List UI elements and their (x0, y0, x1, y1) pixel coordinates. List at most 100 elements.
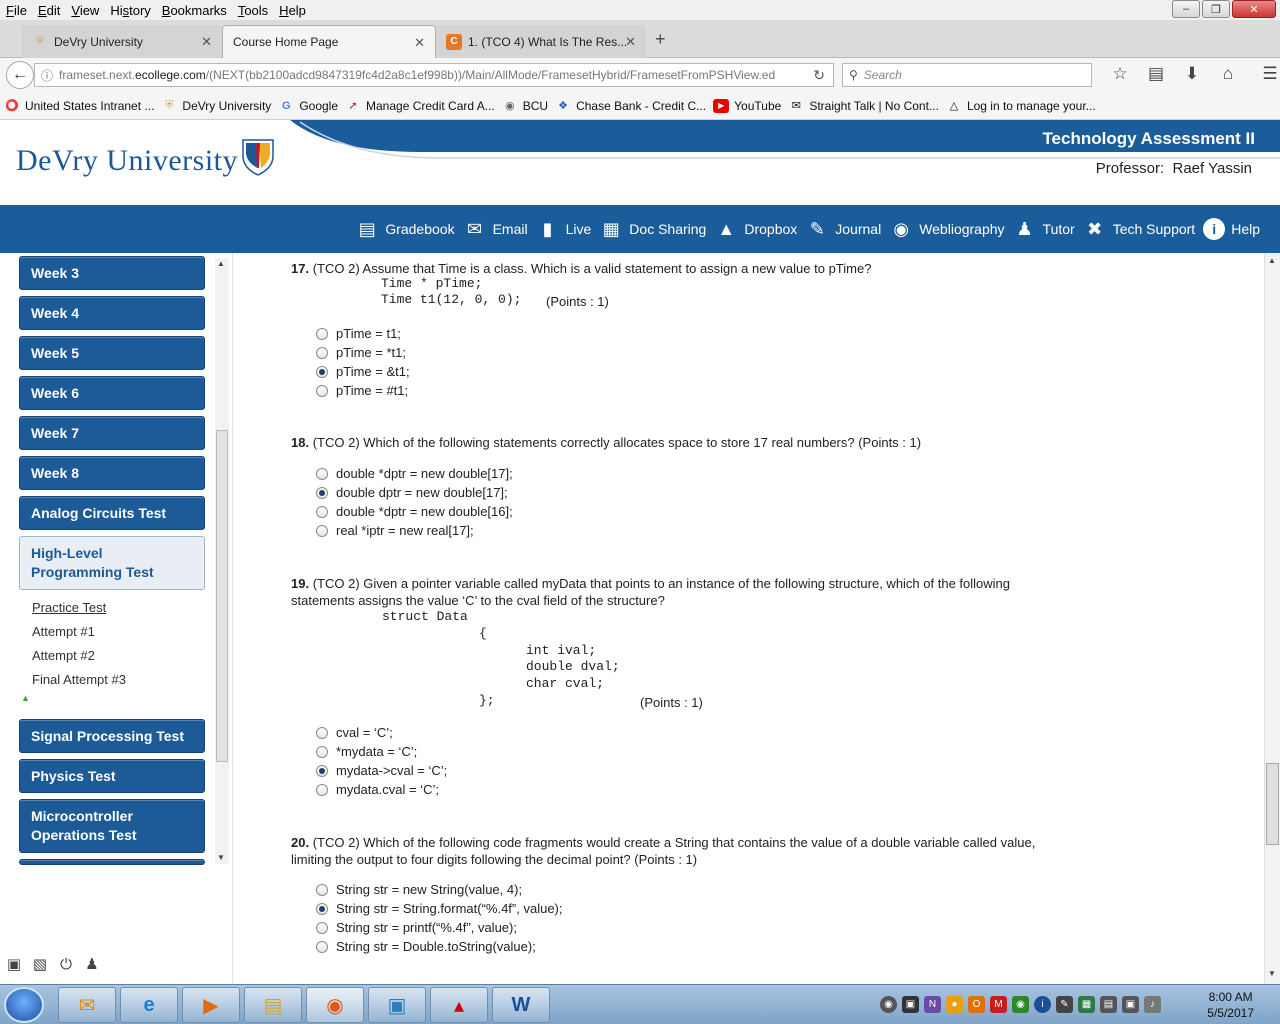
close-tab-icon[interactable]: ✕ (414, 35, 425, 51)
menu-edit[interactable]: Edit (34, 3, 67, 18)
sidebar-subitem-attempt-2[interactable]: Attempt #2 (32, 648, 95, 663)
reading-list-icon[interactable]: ▤ (1138, 64, 1174, 84)
outlook-taskbar-icon[interactable]: ✉ (58, 987, 116, 1023)
bookmark-item[interactable]: ⭕ United States Intranet ... (4, 99, 154, 113)
toolbar-doc-sharing[interactable]: ▦ Doc Sharing (599, 217, 707, 241)
bookmark-item[interactable]: △ Log in to manage your... (946, 99, 1096, 113)
new-tab-icon[interactable]: + (655, 29, 666, 50)
radio-button-selected[interactable] (316, 902, 328, 915)
answer-option[interactable]: String str = new String(value, 4); (316, 882, 522, 897)
answer-option[interactable]: double dptr = new double[17]; (316, 485, 508, 500)
radio-button[interactable] (316, 940, 328, 953)
tray-icon[interactable]: ◉ (880, 996, 897, 1013)
sidebar-item-signal-processing-test[interactable]: Signal Processing Test (19, 719, 205, 753)
sidebar-item-week-5[interactable]: Week 5 (19, 336, 205, 370)
scroll-up-icon[interactable]: ▲ (1268, 256, 1276, 265)
radio-button[interactable] (316, 726, 328, 739)
minimize-button[interactable]: – (1172, 0, 1200, 18)
scroll-down-icon[interactable]: ▼ (1268, 969, 1276, 978)
bookmark-item[interactable]: ⛨ DeVry University (161, 99, 271, 113)
bookmark-star-icon[interactable]: ☆ (1102, 64, 1138, 84)
answer-option[interactable]: *mydata = ‘C’; (316, 744, 417, 759)
collapse-arrow-icon[interactable]: ▲ (21, 693, 30, 703)
tab-chegg[interactable]: C 1. (TCO 4) What Is The Res... ✕ (436, 25, 646, 58)
menu-help[interactable]: Help (275, 3, 313, 18)
radio-button[interactable] (316, 327, 328, 340)
taskbar-clock[interactable]: 8:00 AM 5/5/2017 (1207, 989, 1254, 1021)
sidebar-item-high-level-programming-test[interactable]: High-Level Programming Test (19, 536, 205, 590)
acrobat-taskbar-icon[interactable]: ▴ (430, 987, 488, 1023)
tray-icon[interactable]: ▦ (1078, 996, 1095, 1013)
answer-option[interactable]: real *iptr = new real[17]; (316, 523, 474, 538)
sidebar-item-analog-circuits-test[interactable]: Analog Circuits Test (19, 496, 205, 530)
onenote-tray-icon[interactable]: N (924, 996, 941, 1013)
radio-button[interactable] (316, 783, 328, 796)
radio-button[interactable] (316, 921, 328, 934)
menu-bookmarks[interactable]: Bookmarks (158, 3, 234, 18)
toolbar-webliography[interactable]: ◉ Webliography (889, 217, 1004, 241)
info-tray-icon[interactable]: i (1034, 996, 1051, 1013)
menu-history[interactable]: History (106, 3, 157, 18)
bookmark-item[interactable]: ➚ Manage Credit Card A... (345, 99, 494, 113)
sidebar-item-week-3[interactable]: Week 3 (19, 256, 205, 290)
tray-icon[interactable]: ✎ (1056, 996, 1073, 1013)
radio-button[interactable] (316, 745, 328, 758)
toolbar-email[interactable]: ✉ Email (463, 217, 528, 241)
devry-logo[interactable]: DeVry University (16, 144, 238, 178)
sidebar-subitem-attempt-1[interactable]: Attempt #1 (32, 624, 95, 639)
scroll-up-icon[interactable]: ▲ (217, 259, 225, 268)
close-tab-icon[interactable]: ✕ (625, 34, 636, 50)
sidebar-item-week-6[interactable]: Week 6 (19, 376, 205, 410)
url-bar[interactable]: ⓘ frameset.next.ecollege.com/(NEXT(bb210… (34, 63, 834, 87)
media-player-taskbar-icon[interactable]: ▶ (182, 987, 240, 1023)
tray-icon[interactable]: ▣ (1122, 996, 1139, 1013)
user-icon[interactable]: ♟ (82, 954, 102, 974)
menu-view[interactable]: View (67, 3, 106, 18)
sidebar-item-week-4[interactable]: Week 4 (19, 296, 205, 330)
answer-option[interactable]: mydata->cval = ‘C’; (316, 763, 447, 778)
network-tray-icon[interactable]: ▤ (1100, 996, 1117, 1013)
sidebar-item-microcontroller-operations-test[interactable]: Microcontroller Operations Test (19, 799, 205, 853)
close-tab-icon[interactable]: ✕ (201, 34, 212, 50)
radio-button[interactable] (316, 384, 328, 397)
radio-button-selected[interactable] (316, 764, 328, 777)
scroll-down-icon[interactable]: ▼ (217, 853, 225, 862)
answer-option[interactable]: String str = Double.toString(value); (316, 939, 536, 954)
bookmark-item[interactable]: ▶ YouTube (713, 98, 781, 113)
reload-icon[interactable]: ↻ (813, 67, 825, 84)
answer-option[interactable]: pTime = t1; (316, 326, 401, 341)
toolbar-journal[interactable]: ✎ Journal (805, 217, 881, 241)
answer-option[interactable]: cval = ‘C’; (316, 725, 393, 740)
search-input[interactable]: ⚲ Search (842, 63, 1092, 87)
sidebar-item-week-8[interactable]: Week 8 (19, 456, 205, 490)
radio-button-selected[interactable] (316, 365, 328, 378)
tray-icon[interactable]: ● (946, 996, 963, 1013)
remote-desktop-taskbar-icon[interactable]: ▣ (368, 987, 426, 1023)
internet-explorer-taskbar-icon[interactable]: e (120, 987, 178, 1023)
tray-icon[interactable]: ◉ (1012, 996, 1029, 1013)
answer-option[interactable]: String str = String.format(“%.4f”, value… (316, 901, 562, 916)
sidebar-subitem-practice-test[interactable]: Practice Test (32, 600, 106, 615)
power-icon[interactable]: ⏻ (56, 954, 76, 974)
bookmark-item[interactable]: ❖ Chase Bank - Credit C... (555, 99, 706, 113)
tab-devry[interactable]: ⛨ DeVry University ✕ (22, 25, 222, 58)
firefox-taskbar-icon[interactable]: ◉ (306, 987, 364, 1023)
tray-icon[interactable]: O (968, 996, 985, 1013)
toolbar-tutor[interactable]: ♟ Tutor (1013, 217, 1074, 241)
maximize-button[interactable]: ❐ (1202, 0, 1230, 18)
tab-course-home[interactable]: Course Home Page ✕ (222, 25, 436, 58)
radio-button[interactable] (316, 467, 328, 480)
answer-option[interactable]: String str = printf(“%.4f”, value); (316, 920, 517, 935)
bookmark-item[interactable]: ✉ Straight Talk | No Cont... (788, 99, 939, 113)
answer-option[interactable]: pTime = *t1; (316, 345, 406, 360)
answer-option[interactable]: pTime = &t1; (316, 364, 410, 379)
sidebar-item-cut-off[interactable] (19, 859, 205, 865)
radio-button[interactable] (316, 524, 328, 537)
toolbar-tech-support[interactable]: ✖ Tech Support (1083, 217, 1195, 241)
sidebar-scrollbar[interactable]: ▲ ▼ (215, 258, 229, 864)
toolbar-live[interactable]: ▮ Live (536, 217, 592, 241)
radio-button-selected[interactable] (316, 486, 328, 499)
toolbar-help[interactable]: i Help (1203, 218, 1260, 240)
answer-option[interactable]: mydata.cval = ‘C’; (316, 782, 439, 797)
sidebar-item-physics-test[interactable]: Physics Test (19, 759, 205, 793)
